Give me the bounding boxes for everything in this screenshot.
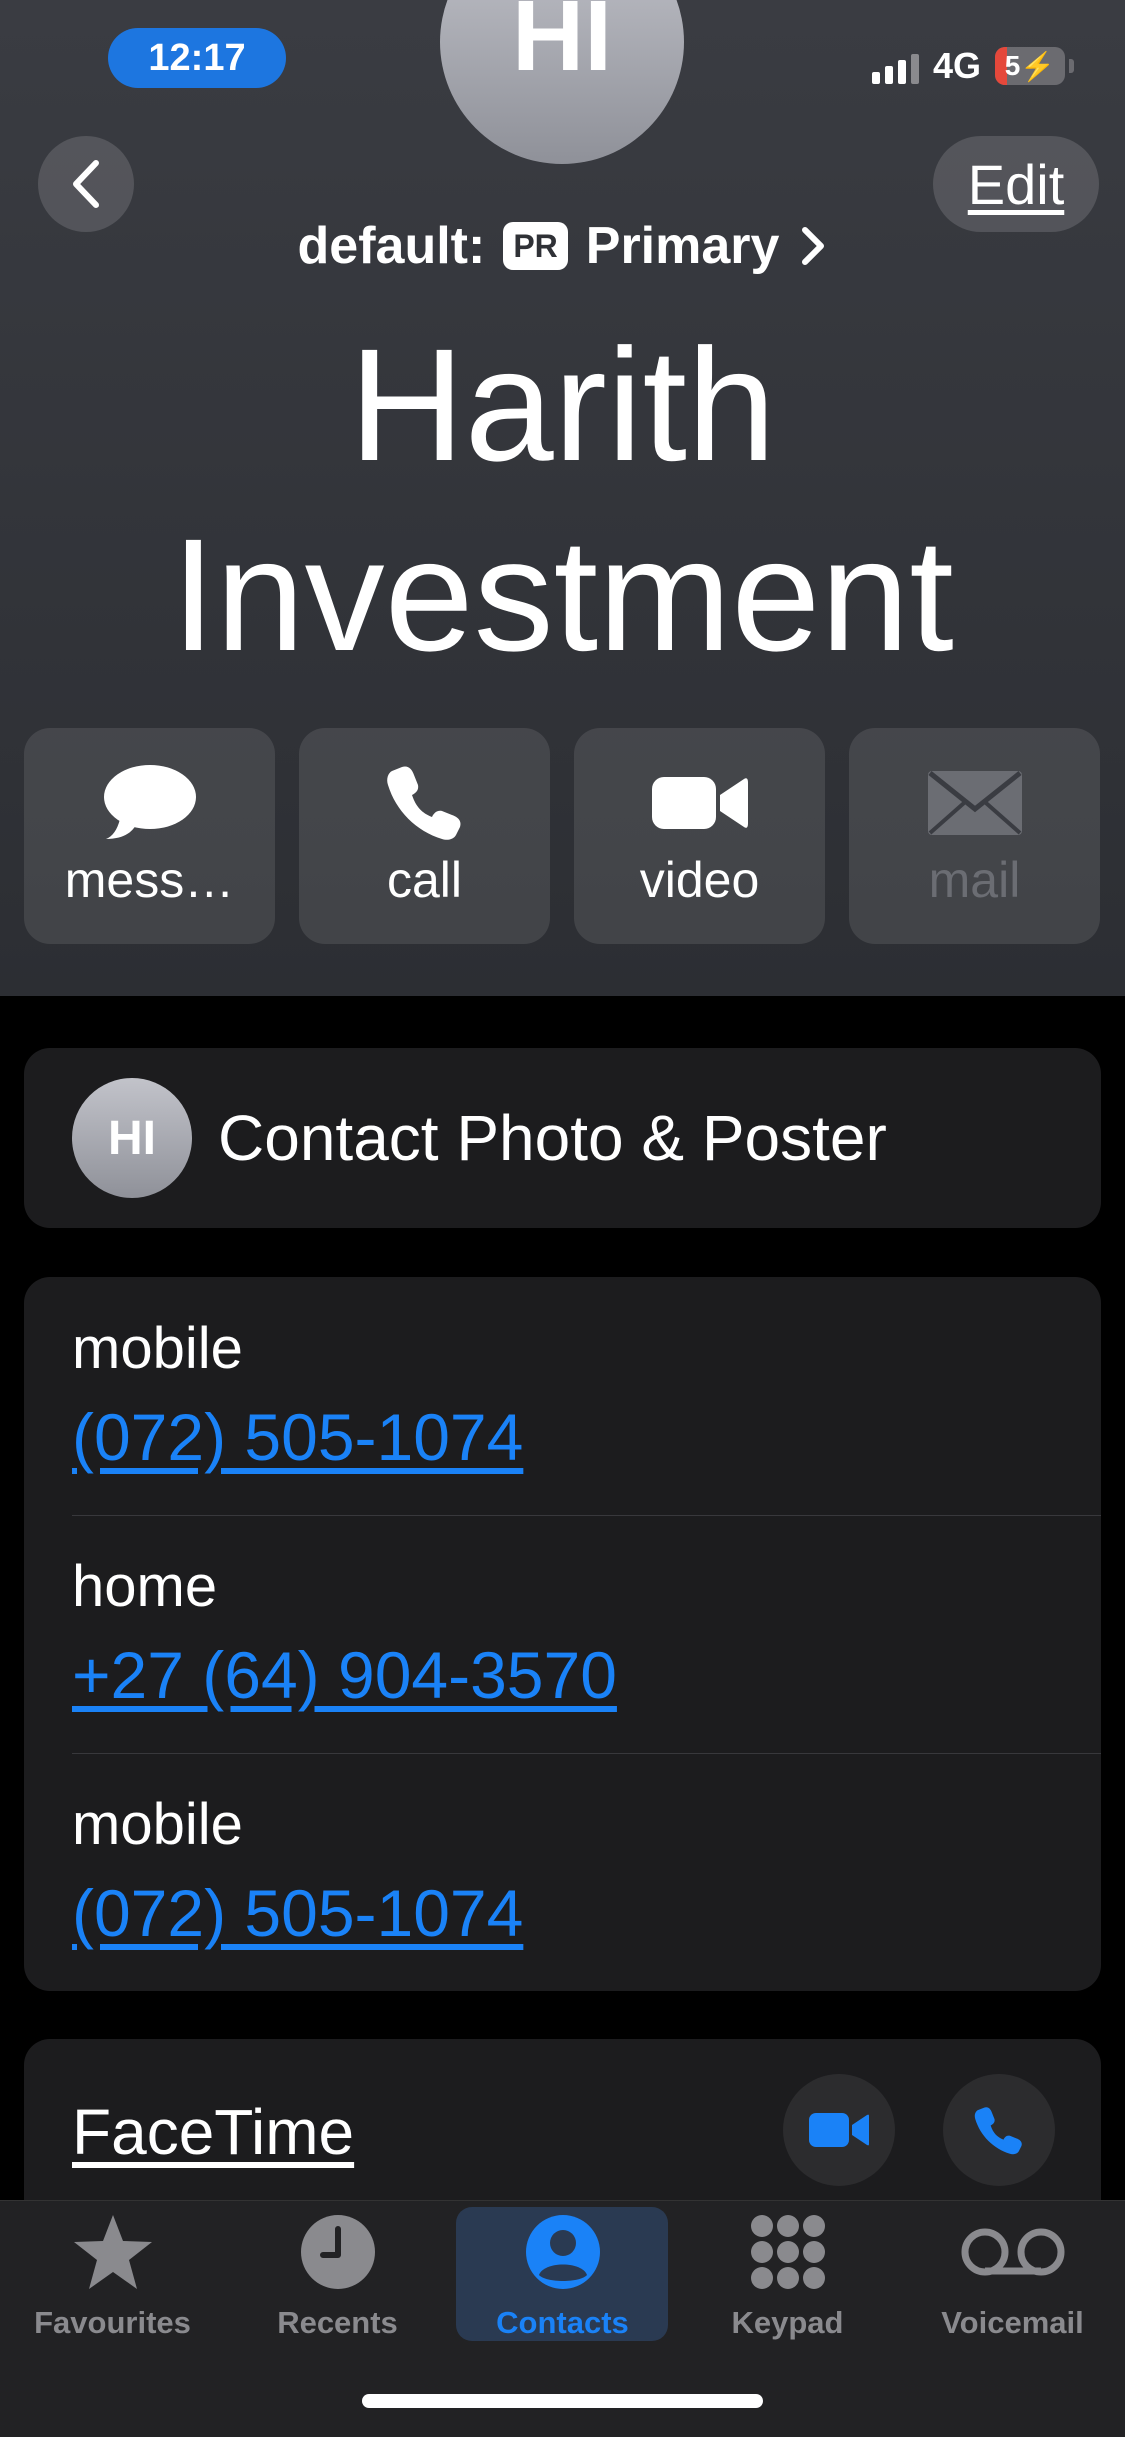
facetime-label[interactable]: FaceTime xyxy=(72,2095,354,2169)
phone-number-link[interactable]: (072) 505-1074 xyxy=(72,1875,523,1951)
tab-voicemail[interactable]: Voicemail xyxy=(900,2201,1125,2341)
phone-number-link[interactable]: +27 (64) 904-3570 xyxy=(72,1637,617,1713)
signal-icon xyxy=(871,48,919,84)
facetime-video-button[interactable] xyxy=(783,2074,895,2186)
tab-recents[interactable]: Recents xyxy=(225,2201,450,2341)
battery-level: 5 xyxy=(1004,50,1021,81)
line-name: Primary xyxy=(585,217,780,275)
phone-icon xyxy=(974,2107,1022,2155)
message-bubble-icon xyxy=(103,765,196,839)
phone-row[interactable]: mobile (072) 505-1074 xyxy=(24,1277,1101,1515)
tab-contacts[interactable]: Contacts xyxy=(450,2201,675,2341)
default-line-selector[interactable]: default: PR Primary xyxy=(0,208,1125,284)
phone-numbers-card: mobile (072) 505-1074 home +27 (64) 904-… xyxy=(24,1277,1101,1991)
quick-actions: mess… call video mail xyxy=(24,728,1100,944)
line-badge: PR xyxy=(503,222,568,270)
phone-number-link[interactable]: (072) 505-1074 xyxy=(72,1399,523,1475)
battery-icon: 5 ⚡ xyxy=(995,47,1074,85)
contact-name-line1: Harith xyxy=(349,315,776,494)
phone-row[interactable]: home +27 (64) 904-3570 xyxy=(24,1515,1101,1753)
home-indicator[interactable] xyxy=(362,2394,763,2408)
poster-avatar: HI xyxy=(72,1078,192,1198)
tab-keypad[interactable]: Keypad xyxy=(675,2201,900,2341)
contact-name-line2: Investment xyxy=(171,505,954,684)
network-type: 4G xyxy=(932,45,981,86)
contact-photo-poster-row[interactable]: HI Contact Photo & Poster xyxy=(24,1048,1101,1228)
phone-type-label: mobile xyxy=(72,1792,243,1857)
video-camera-icon xyxy=(809,2113,869,2147)
phone-icon xyxy=(386,766,461,840)
message-button[interactable]: mess… xyxy=(24,728,275,944)
star-icon xyxy=(73,2215,152,2289)
clock-icon xyxy=(300,2215,375,2289)
mail-button[interactable]: mail xyxy=(849,728,1100,944)
contact-header: HI 12:17 4G 5 ⚡ Edit default: PR Primary … xyxy=(0,0,1125,996)
phone-row[interactable]: mobile (072) 505-1074 xyxy=(24,1753,1101,1991)
contact-name: Harith Investment xyxy=(0,310,1125,690)
chevron-left-icon xyxy=(73,160,99,208)
tab-favourites[interactable]: Favourites xyxy=(0,2201,225,2341)
chevron-right-icon xyxy=(802,227,825,265)
voicemail-icon xyxy=(961,2228,1064,2276)
envelope-icon xyxy=(927,771,1022,835)
default-prefix: default: xyxy=(297,217,486,275)
status-time: 12:17 xyxy=(108,28,286,88)
call-button[interactable]: call xyxy=(299,728,550,944)
video-button[interactable]: video xyxy=(574,728,825,944)
status-indicators: 4G 5 ⚡ xyxy=(871,40,1074,92)
video-camera-icon xyxy=(651,777,748,829)
person-circle-icon xyxy=(525,2215,600,2289)
contact-avatar: HI xyxy=(440,0,684,164)
facetime-audio-button[interactable] xyxy=(943,2074,1055,2186)
phone-type-label: home xyxy=(72,1554,218,1619)
keypad-icon xyxy=(750,2215,825,2289)
phone-type-label: mobile xyxy=(72,1316,243,1381)
poster-label: Contact Photo & Poster xyxy=(218,1102,887,1174)
